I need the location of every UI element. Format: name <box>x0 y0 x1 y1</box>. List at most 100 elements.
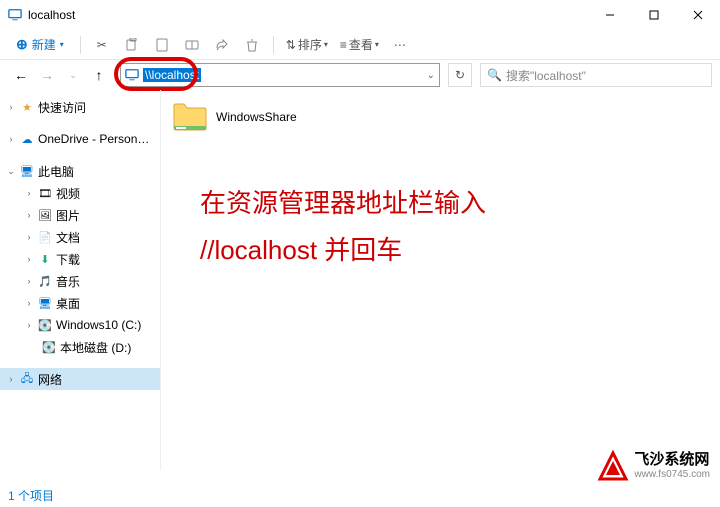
clipboard-icon <box>155 38 169 52</box>
trash-icon <box>245 38 259 52</box>
copy-button[interactable] <box>119 32 145 58</box>
plus-icon: ⊕ <box>16 36 28 53</box>
chevron-down-icon: ▾ <box>375 40 379 49</box>
watermark-url: www.fs0745.com <box>634 469 710 480</box>
new-label: 新建 <box>32 36 56 53</box>
sidebar-item-documents[interactable]: › 📄 文档 <box>0 226 160 248</box>
chevron-right-icon: › <box>24 298 34 308</box>
sidebar-item-pictures[interactable]: › 🖼 图片 <box>0 204 160 226</box>
chevron-right-icon: › <box>24 320 34 330</box>
share-folder-icon <box>172 102 208 132</box>
drive-icon: 💽 <box>42 340 56 354</box>
sort-button[interactable]: ⇅ 排序 ▾ <box>282 32 332 58</box>
annotation-text: 在资源管理器地址栏输入 //localhost 并回车 <box>200 180 486 274</box>
paste-button[interactable] <box>149 32 175 58</box>
chevron-right-icon: › <box>24 254 34 264</box>
downloads-icon: ⬇ <box>38 252 52 266</box>
watermark-title: 飞沙系统网 <box>634 452 710 469</box>
sidebar-item-onedrive[interactable]: › ☁ OneDrive - Person… <box>0 128 160 150</box>
sidebar-item-label: OneDrive - Person… <box>38 132 149 146</box>
chevron-down-icon: ⌄ <box>6 166 16 177</box>
copy-icon <box>125 38 139 52</box>
close-button[interactable] <box>676 0 720 30</box>
sidebar-item-cdrive[interactable]: › 💽 Windows10 (C:) <box>0 314 160 336</box>
sidebar-item-label: 文档 <box>56 229 80 246</box>
sort-icon: ⇅ <box>286 38 296 52</box>
up-button[interactable]: ↑ <box>90 66 108 84</box>
sidebar-item-label: 桌面 <box>56 295 80 312</box>
sidebar-item-label: 网络 <box>38 371 62 388</box>
ellipsis-icon: ⋯ <box>394 38 406 52</box>
delete-button[interactable] <box>239 32 265 58</box>
watermark: 飞沙系统网 www.fs0745.com <box>596 449 710 483</box>
refresh-button[interactable]: ↻ <box>448 63 472 87</box>
view-label: 查看 <box>349 36 373 53</box>
separator <box>80 36 81 54</box>
search-placeholder: 搜索"localhost" <box>506 67 586 84</box>
refresh-icon: ↻ <box>455 68 465 82</box>
annotation-line1: 在资源管理器地址栏输入 <box>200 180 486 227</box>
sidebar-item-music[interactable]: › 🎵 音乐 <box>0 270 160 292</box>
sidebar: › ★ 快速访问 › ☁ OneDrive - Person… ⌄ 🖥 此电脑 … <box>0 90 160 490</box>
sidebar-item-label: 下载 <box>56 251 80 268</box>
address-value: \\localhost <box>143 68 201 82</box>
chevron-right-icon: › <box>24 188 34 198</box>
address-input[interactable]: \\localhost ⌄ <box>120 63 440 87</box>
view-button[interactable]: ≡ 查看 ▾ <box>336 32 383 58</box>
status-count: 1 个项目 <box>8 487 54 504</box>
chevron-down-icon[interactable]: ⌄ <box>64 66 82 84</box>
sort-label: 排序 <box>298 36 322 53</box>
rename-icon <box>185 38 199 52</box>
maximize-button[interactable] <box>632 0 676 30</box>
sidebar-item-quickaccess[interactable]: › ★ 快速访问 <box>0 96 160 118</box>
search-input[interactable]: 🔍 搜索"localhost" <box>480 63 712 87</box>
chevron-right-icon: › <box>24 232 34 242</box>
sidebar-item-label: 图片 <box>56 207 80 224</box>
sidebar-item-network[interactable]: › 🖧 网络 <box>0 368 160 390</box>
chevron-down-icon: ▾ <box>60 40 64 49</box>
minimize-button[interactable] <box>588 0 632 30</box>
sidebar-item-label: 视频 <box>56 185 80 202</box>
window-title: localhost <box>28 8 588 22</box>
sidebar-item-label: 本地磁盘 (D:) <box>60 339 131 356</box>
search-icon: 🔍 <box>487 68 502 82</box>
cut-button[interactable]: ✂ <box>89 32 115 58</box>
desktop-icon: 🖥 <box>38 296 52 310</box>
screen-icon <box>125 68 139 82</box>
view-icon: ≡ <box>340 38 347 52</box>
share-icon <box>215 38 229 52</box>
cloud-icon: ☁ <box>20 132 34 146</box>
annotation-line2: //localhost 并回车 <box>200 227 486 274</box>
sidebar-item-label: Windows10 (C:) <box>56 318 141 332</box>
chevron-down-icon: ▾ <box>324 40 328 49</box>
chevron-right-icon: › <box>24 276 34 286</box>
back-button[interactable]: ← <box>12 66 30 84</box>
new-button[interactable]: ⊕ 新建 ▾ <box>8 32 72 58</box>
sidebar-item-videos[interactable]: › 🎞 视频 <box>0 182 160 204</box>
monitor-icon: 🖥 <box>20 164 34 178</box>
rename-button[interactable] <box>179 32 205 58</box>
sidebar-item-downloads[interactable]: › ⬇ 下载 <box>0 248 160 270</box>
folder-name: WindowsShare <box>216 110 297 124</box>
chevron-right-icon: › <box>6 134 16 144</box>
sidebar-item-desktop[interactable]: › 🖥 桌面 <box>0 292 160 314</box>
star-icon: ★ <box>20 100 34 114</box>
separator <box>273 36 274 54</box>
share-button[interactable] <box>209 32 235 58</box>
sidebar-item-thispc[interactable]: ⌄ 🖥 此电脑 <box>0 160 160 182</box>
more-button[interactable]: ⋯ <box>387 32 413 58</box>
music-icon: 🎵 <box>38 274 52 288</box>
scissors-icon: ✂ <box>97 38 107 52</box>
chevron-right-icon: › <box>24 210 34 220</box>
chevron-right-icon: › <box>6 374 16 384</box>
sidebar-item-label: 快速访问 <box>38 99 86 116</box>
watermark-logo-icon <box>596 449 630 483</box>
forward-button[interactable]: → <box>38 66 56 84</box>
folder-item[interactable]: WindowsShare <box>168 98 712 136</box>
sidebar-item-label: 此电脑 <box>38 163 74 180</box>
sidebar-item-ddrive[interactable]: 💽 本地磁盘 (D:) <box>0 336 160 358</box>
chevron-down-icon[interactable]: ⌄ <box>427 70 435 81</box>
network-icon: 🖧 <box>20 372 34 386</box>
pictures-icon: 🖼 <box>38 208 52 222</box>
chevron-right-icon: › <box>6 102 16 112</box>
